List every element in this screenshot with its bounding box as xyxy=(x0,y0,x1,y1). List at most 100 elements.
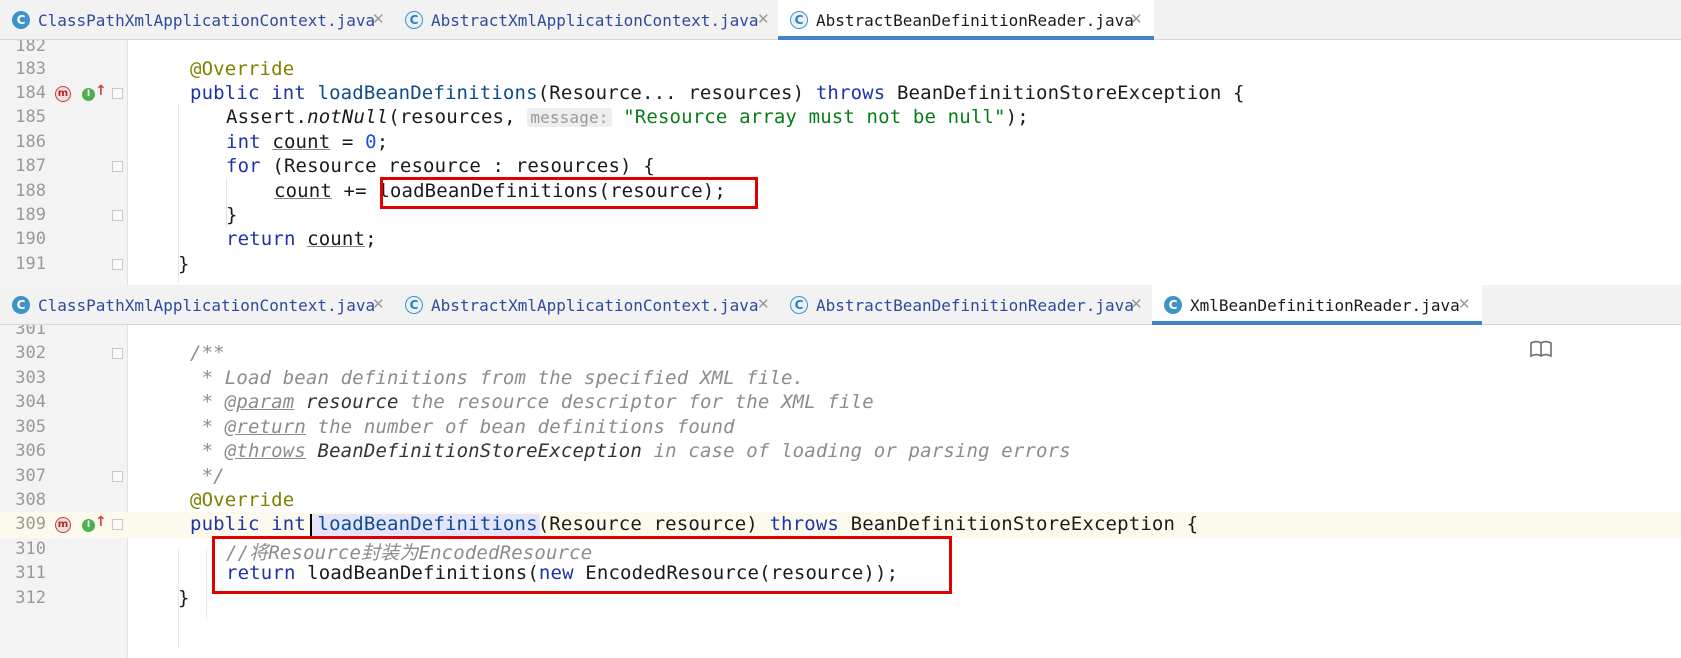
code-line: 306 * @throws BeanDefinitionStoreExcepti… xyxy=(0,439,1681,465)
close-icon[interactable]: ✕ xyxy=(757,295,770,313)
close-icon[interactable]: ✕ xyxy=(1458,295,1471,313)
code-text: @Override xyxy=(190,489,294,511)
line-number: 308 xyxy=(15,490,46,510)
fold-icon[interactable] xyxy=(112,210,123,221)
top-editor[interactable]: 182 183 @Override 184 m I ↑ public int l… xyxy=(0,40,1681,285)
code-line: 303 * Load bean definitions from the spe… xyxy=(0,366,1681,392)
tab-classpathxml[interactable]: C ClassPathXmlApplicationContext.java ✕ xyxy=(0,285,395,325)
close-icon[interactable]: ✕ xyxy=(1130,295,1143,313)
tab-label: AbstractXmlApplicationContext.java xyxy=(431,296,759,315)
book-icon[interactable] xyxy=(1530,340,1552,363)
class-icon: C xyxy=(790,296,808,314)
comment-fragment: * xyxy=(190,440,225,462)
close-icon[interactable]: ✕ xyxy=(1130,10,1143,28)
tab-abstractbeandefinitionreader[interactable]: C AbstractBeanDefinitionReader.java ✕ xyxy=(778,0,1154,40)
tab-classpathxml[interactable]: C ClassPathXmlApplicationContext.java ✕ xyxy=(0,0,395,40)
close-icon[interactable]: ✕ xyxy=(372,10,385,28)
tab-label: ClassPathXmlApplicationContext.java xyxy=(38,296,376,315)
line-number: 184 xyxy=(15,83,46,103)
line-number: 182 xyxy=(15,40,46,56)
tab-abstractbeandefinitionreader[interactable]: C AbstractBeanDefinitionReader.java ✕ xyxy=(778,285,1154,325)
close-icon[interactable]: ✕ xyxy=(757,10,770,28)
tab-abstractxml[interactable]: C AbstractXmlApplicationContext.java ✕ xyxy=(393,285,779,325)
line-number: 302 xyxy=(15,343,46,363)
class-icon: C xyxy=(790,11,808,29)
comment-fragment: * xyxy=(190,416,225,438)
code-line: 191 } xyxy=(0,252,1681,278)
line-number: 190 xyxy=(15,229,46,249)
override-method-icon[interactable]: m xyxy=(55,517,71,533)
implements-icon[interactable]: I xyxy=(82,88,95,101)
line-number: 301 xyxy=(15,325,46,339)
code-line: 305 * @return the number of bean definit… xyxy=(0,415,1681,441)
fold-icon[interactable] xyxy=(112,161,123,172)
fold-icon[interactable] xyxy=(112,471,123,482)
bottom-editor[interactable]: 301 302 /** 303 * Load bean definitions … xyxy=(0,325,1681,658)
doc-param: BeanDefinitionStoreException xyxy=(305,440,642,462)
override-method-icon[interactable]: m xyxy=(55,86,71,102)
keyword: for xyxy=(226,155,261,177)
tab-label: AbstractBeanDefinitionReader.java xyxy=(816,296,1134,315)
doc-comment: * Load bean definitions from the specifi… xyxy=(190,367,805,389)
class-icon: C xyxy=(405,296,423,314)
line-number: 306 xyxy=(15,441,46,461)
line-number: 186 xyxy=(15,132,46,152)
comment-fragment: * xyxy=(190,391,225,413)
doc-param: resource xyxy=(294,391,399,413)
comment-fragment: the number of bean definitions found xyxy=(305,416,735,438)
code-text: for (Resource resource : resources) { xyxy=(226,155,655,177)
variable: count xyxy=(272,131,331,153)
tab-xmlbeandefinitionreader[interactable]: C XmlBeanDefinitionReader.java ✕ xyxy=(1152,285,1482,325)
line-number: 303 xyxy=(15,368,46,388)
class-icon: C xyxy=(12,11,30,29)
code-line: 189 } xyxy=(0,203,1681,229)
static-method: notNull xyxy=(307,106,389,128)
doc-comment: * @param resource the resource descripto… xyxy=(190,391,874,413)
fold-icon[interactable] xyxy=(112,88,123,99)
doc-comment: * @return the number of bean definitions… xyxy=(190,416,735,438)
line-number: 187 xyxy=(15,156,46,176)
line-number: 189 xyxy=(15,205,46,225)
up-arrow-icon: ↑ xyxy=(95,83,107,99)
code-line: 187 for (Resource resource : resources) … xyxy=(0,154,1681,180)
variable: count xyxy=(274,180,332,202)
code-fragment: BeanDefinitionStoreException { xyxy=(885,82,1245,104)
doc-tag: @param xyxy=(224,391,295,413)
code-fragment: (resources, xyxy=(388,106,528,128)
up-arrow-icon: ↑ xyxy=(95,514,107,530)
code-line-current: 309 m I ↑ public int loadBeanDefinitions… xyxy=(0,512,1681,538)
line-number: 311 xyxy=(15,563,46,583)
tab-label: AbstractXmlApplicationContext.java xyxy=(431,11,759,30)
code-fragment: ; xyxy=(376,131,389,153)
code-line: 312 } xyxy=(0,586,1681,612)
keyword: return xyxy=(226,228,308,250)
bottom-tab-bar: C ClassPathXmlApplicationContext.java ✕ … xyxy=(0,285,1681,325)
code-text: return count; xyxy=(226,228,377,250)
fold-icon[interactable] xyxy=(112,348,123,359)
code-line: 307 */ xyxy=(0,464,1681,490)
line-number: 307 xyxy=(15,466,46,486)
keyword: int xyxy=(226,131,273,153)
class-icon: C xyxy=(405,11,423,29)
line-number: 312 xyxy=(15,588,46,608)
implements-icon[interactable]: I xyxy=(82,519,95,532)
tab-label: XmlBeanDefinitionReader.java xyxy=(1190,296,1460,315)
code-fragment: BeanDefinitionStoreException { xyxy=(839,513,1199,535)
method-name: loadBeanDefinitions xyxy=(317,513,538,535)
code-line: 308 @Override xyxy=(0,488,1681,514)
line-number: 309 xyxy=(15,514,46,534)
code-fragment: (Resource... resources) xyxy=(537,82,816,104)
line-number: 183 xyxy=(15,59,46,79)
keyword: throws xyxy=(815,82,886,104)
tab-abstractxml[interactable]: C AbstractXmlApplicationContext.java ✕ xyxy=(393,0,779,40)
code-fragment: ; xyxy=(365,228,377,250)
close-icon[interactable]: ✕ xyxy=(372,295,385,313)
tab-label: AbstractBeanDefinitionReader.java xyxy=(816,11,1134,30)
doc-comment: /** xyxy=(190,342,225,364)
class-icon: C xyxy=(1164,296,1182,314)
code-text: Assert.notNull(resources, message: "Reso… xyxy=(226,106,1029,128)
fold-icon[interactable] xyxy=(112,259,123,270)
fold-icon[interactable] xyxy=(112,519,123,530)
code-line: 183 @Override xyxy=(0,57,1681,83)
code-fragment: = xyxy=(330,131,366,153)
